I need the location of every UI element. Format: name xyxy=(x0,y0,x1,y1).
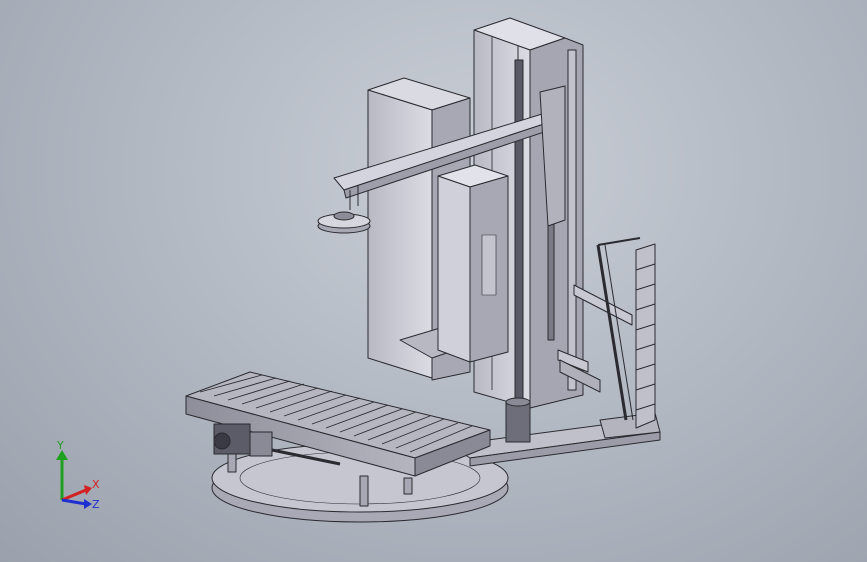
x-arrow-icon xyxy=(84,485,92,495)
machine-model-view[interactable] xyxy=(0,0,867,562)
top-press-disc xyxy=(317,211,371,234)
z-axis-icon xyxy=(61,498,87,506)
x-axis-icon xyxy=(61,488,87,502)
film-carriage xyxy=(437,164,509,363)
z-axis-label: Z xyxy=(92,498,100,511)
y-axis-label: Y xyxy=(56,439,64,452)
x-axis-label: X xyxy=(92,478,100,491)
z-arrow-icon xyxy=(84,499,92,509)
coordinate-triad[interactable]: Y X Z xyxy=(40,438,110,518)
graphics-viewport[interactable]: Y X Z xyxy=(0,0,867,562)
mast-gearmotor xyxy=(505,397,531,443)
